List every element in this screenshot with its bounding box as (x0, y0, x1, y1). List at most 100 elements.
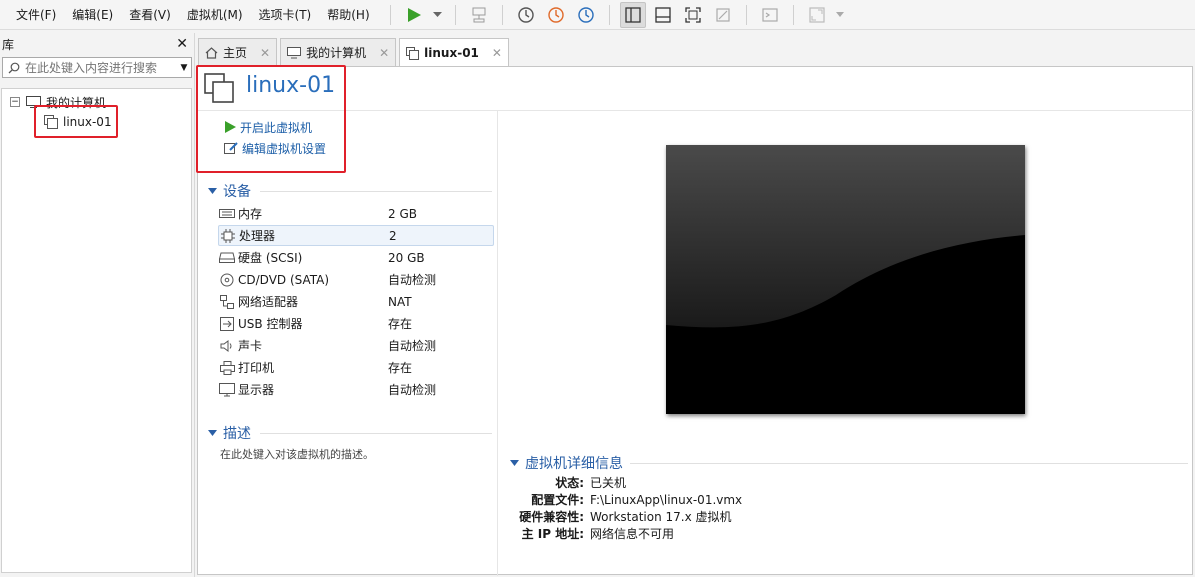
unity-icon (716, 7, 730, 22)
power-dropdown-button[interactable] (431, 2, 445, 28)
library-title: 库 (2, 37, 15, 52)
snapshot-manager-button[interactable] (573, 2, 599, 28)
stretch-icon (809, 6, 825, 23)
close-icon[interactable]: ✕ (260, 46, 270, 60)
toolbar-separator (454, 4, 456, 25)
detail-key: 配置文件: (531, 493, 584, 507)
device-row-usb-controller[interactable]: USB 控制器 存在 (218, 313, 494, 334)
snapshot-take-button[interactable] (513, 2, 539, 28)
tab-home[interactable]: 主页 ✕ (198, 38, 278, 66)
menu-tabs[interactable]: 选项卡(T) (251, 0, 320, 30)
device-name: 网络适配器 (238, 295, 299, 309)
device-value: 自动检测 (388, 273, 437, 287)
divider (260, 191, 492, 192)
computer-icon (287, 46, 302, 58)
chevron-down-icon[interactable]: ▼ (177, 63, 191, 73)
device-row-network-adapter[interactable]: 网络适配器 NAT (218, 291, 494, 312)
tab-bar: 主页 ✕ 我的计算机 ✕ linux-01 ✕ (198, 38, 512, 67)
tab-linux-01[interactable]: linux-01 ✕ (399, 38, 509, 67)
detail-key: 状态: (555, 476, 584, 490)
device-value: 2 (389, 228, 397, 243)
chevron-down-icon (510, 460, 519, 466)
description-section-header[interactable]: 描述 (208, 423, 251, 443)
device-value: 20 GB (388, 250, 425, 265)
close-icon[interactable]: ✕ (379, 46, 389, 60)
detail-row-primary-ip: 主 IP 地址: 网络信息不可用 (503, 525, 674, 542)
device-row-display[interactable]: 显示器 自动检测 (218, 379, 494, 400)
library-tree: − 我的计算机 linux-01 (1, 88, 192, 573)
monitor-icon (218, 382, 236, 397)
detail-row-hardware-compat: 硬件兼容性: Workstation 17.x 虚拟机 (503, 508, 732, 525)
close-icon[interactable]: ✕ (492, 46, 502, 60)
detail-row-state: 状态: 已关机 (503, 474, 626, 491)
vm-screen-thumbnail[interactable] (666, 145, 1025, 414)
toolbar-separator (792, 4, 794, 25)
vm-summary-page: linux-01 开启此虚拟机 编辑虚拟机设置 设备 内存 2 GB 处理器 2… (197, 66, 1194, 576)
hdd-icon (218, 252, 236, 263)
console-view-button[interactable] (757, 2, 783, 28)
vm-hardware-column: 设备 内存 2 GB 处理器 2 硬盘 (SCSI) 20 GB CD/DVD … (198, 111, 498, 576)
detail-value: 网络信息不可用 (590, 527, 675, 541)
full-screen-button[interactable] (680, 2, 706, 28)
device-row-memory[interactable]: 内存 2 GB (218, 203, 494, 224)
vm-icon (406, 46, 420, 60)
chevron-down-icon (835, 12, 844, 17)
usb-icon (218, 316, 236, 331)
menu-view[interactable]: 查看(V) (121, 0, 179, 30)
stretch-dropdown-button[interactable] (834, 2, 846, 28)
thumbnail-view-icon (654, 6, 671, 23)
detail-value: 已关机 (590, 476, 627, 490)
library-search: ▼ (2, 57, 192, 78)
library-header: 库 ✕ (0, 33, 194, 55)
detail-value: F:\LinuxApp\linux-01.vmx (590, 492, 743, 507)
devices-title: 设备 (223, 184, 251, 200)
printer-icon (218, 360, 236, 375)
search-input[interactable] (25, 60, 177, 75)
device-value: 2 GB (388, 206, 417, 221)
chevron-down-icon (208, 430, 217, 436)
menu-file[interactable]: 文件(F) (8, 0, 64, 30)
play-icon (407, 7, 421, 22)
send-ctrl-alt-del-button[interactable] (466, 2, 492, 28)
toolbar-separator (745, 4, 747, 25)
unity-button[interactable] (710, 2, 736, 28)
close-icon[interactable]: ✕ (176, 36, 188, 52)
highlight-box (34, 105, 118, 138)
top-bar: 文件(F) 编辑(E) 查看(V) 虚拟机(M) 选项卡(T) 帮助(H) (0, 0, 1195, 30)
menu-edit[interactable]: 编辑(E) (64, 0, 121, 30)
menu-vm[interactable]: 虚拟机(M) (179, 0, 251, 30)
library-view-icon (624, 6, 641, 23)
tab-my-computer[interactable]: 我的计算机 ✕ (280, 38, 397, 66)
device-row-cd-dvd[interactable]: CD/DVD (SATA) 自动检测 (218, 269, 494, 290)
device-row-processor[interactable]: 处理器 2 (218, 225, 494, 246)
search-icon (3, 62, 25, 74)
toolbar-separator (389, 4, 391, 25)
device-name: 显示器 (238, 383, 275, 397)
tab-label: 主页 (223, 46, 248, 60)
show-thumbnail-bar-button[interactable] (650, 2, 676, 28)
show-library-button[interactable] (619, 1, 646, 28)
description-title: 描述 (223, 426, 251, 442)
memory-icon (218, 208, 236, 219)
power-on-button[interactable] (401, 2, 427, 28)
detail-key: 主 IP 地址: (521, 527, 584, 541)
snapshot-icon (517, 6, 534, 23)
device-name: 内存 (238, 207, 263, 221)
description-placeholder[interactable]: 在此处键入对该虚拟机的描述。 (220, 446, 374, 462)
details-section-header[interactable]: 虚拟机详细信息 (510, 453, 623, 473)
fullscreen-icon (684, 6, 701, 23)
device-row-printer[interactable]: 打印机 存在 (218, 357, 494, 378)
detail-key: 硬件兼容性: (519, 510, 584, 524)
device-name: 硬盘 (SCSI) (238, 251, 303, 265)
collapse-icon[interactable]: − (10, 97, 20, 107)
detail-value: Workstation 17.x 虚拟机 (590, 510, 732, 524)
device-name: 处理器 (239, 229, 276, 243)
stretch-guest-button[interactable] (804, 2, 830, 28)
device-row-hard-disk[interactable]: 硬盘 (SCSI) 20 GB (218, 247, 494, 268)
menu-help[interactable]: 帮助(H) (319, 0, 377, 30)
snapshot-revert-button[interactable] (543, 2, 569, 28)
device-row-sound-card[interactable]: 声卡 自动检测 (218, 335, 494, 356)
devices-section-header[interactable]: 设备 (208, 181, 251, 201)
vm-header: linux-01 (198, 67, 1194, 111)
vm-screen-gloss (666, 145, 1025, 414)
